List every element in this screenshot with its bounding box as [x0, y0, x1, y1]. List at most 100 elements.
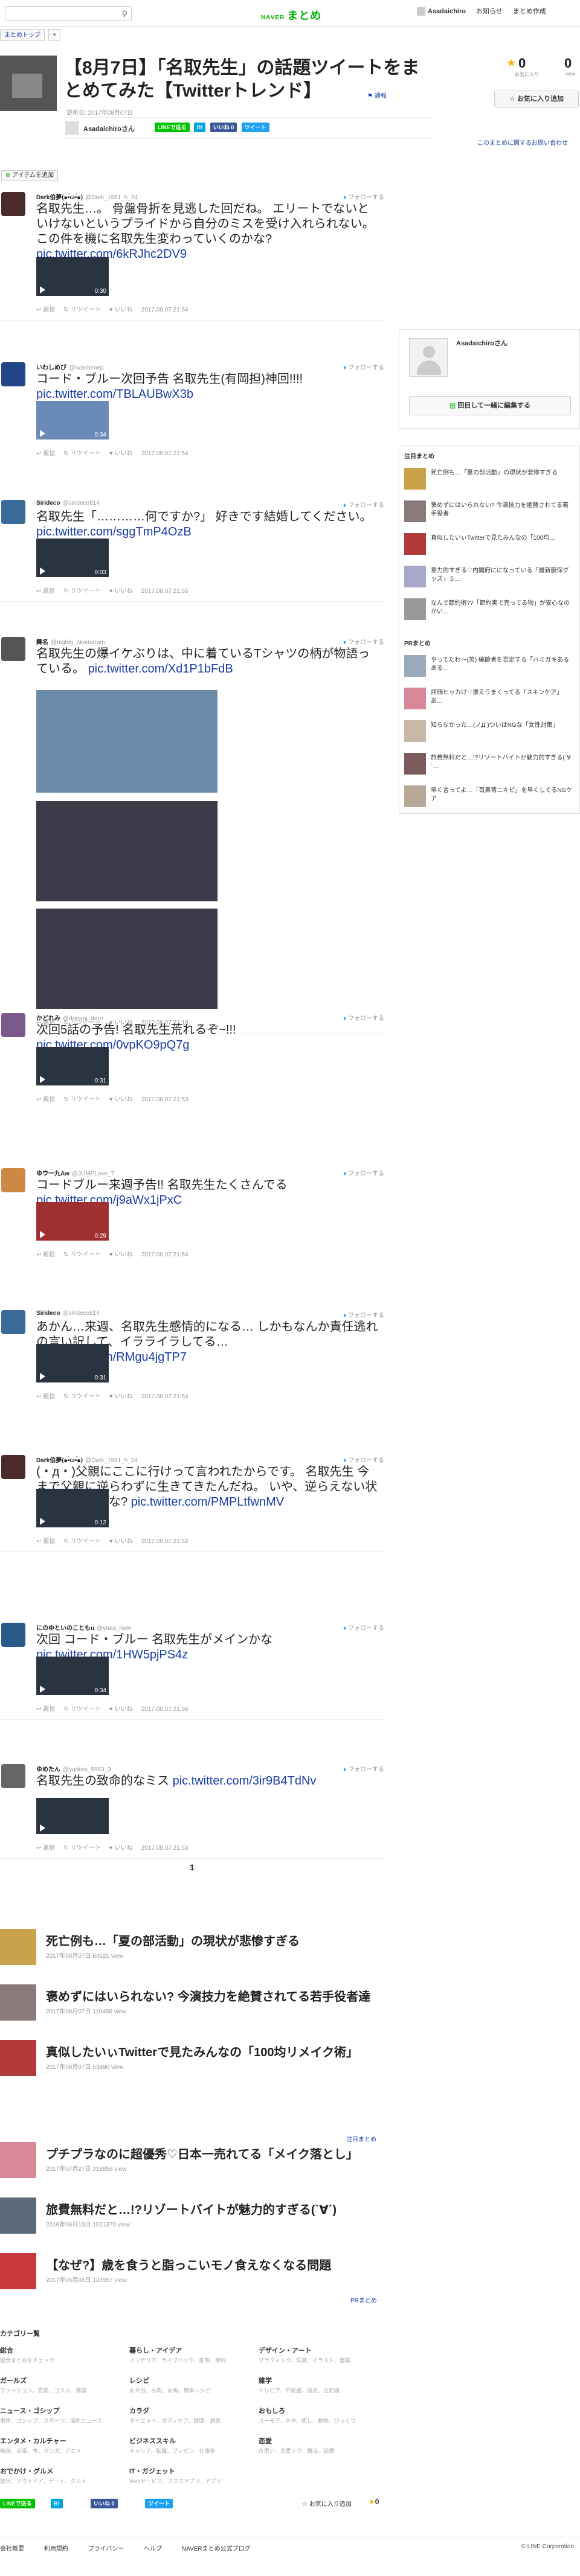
author-name[interactable]: Asadaichiroさん	[83, 124, 135, 133]
sidebar-user-avatar[interactable]	[409, 338, 448, 377]
pr-title[interactable]: 【なぜ?】歳を食うと脂っこいモノ食えなくなる問題	[46, 2255, 331, 2273]
tweet-date[interactable]: 2017.08.07 21:53	[141, 1845, 188, 1852]
related-thumbnail[interactable]	[0, 1984, 36, 2021]
category-item[interactable]: レシピ お弁当、お肉、お魚、簡単レシピ	[129, 2376, 250, 2394]
tweet-pic-link[interactable]: pic.twitter.com/TBLAUBwX3b	[36, 388, 193, 401]
tweet-reply-button[interactable]: ↩ 返信	[36, 1538, 55, 1545]
tweet-date[interactable]: 2017.08.07 21:54	[141, 450, 188, 457]
category-item[interactable]: 暮らし・アイデア インテリア、ライフハック、家事、節約	[129, 2345, 250, 2364]
sidebar-pr-item[interactable]: 旅費無料だと…!?リゾートバイトが魅力的すぎる(`∀´…	[404, 753, 576, 777]
tweet-retweet-button[interactable]: ↻ リツイート	[63, 1845, 100, 1852]
inquiry-link[interactable]: このまとめに関するお問い合わせ	[477, 138, 568, 147]
category-item[interactable]: ガールズ ファッション、恋愛、コスメ、美容	[0, 2376, 121, 2394]
tweet-avatar[interactable]	[1, 637, 25, 661]
footer-link-terms[interactable]: 利用規約	[44, 2546, 68, 2552]
pr-item[interactable]: 旅費無料だと…!?リゾートバイトが魅力的すぎる(`∀´) 2016年06月13日 …	[0, 2197, 387, 2246]
tab-matome-top[interactable]: まとめトップ	[0, 29, 45, 41]
category-name[interactable]: 暮らし・アイデア	[129, 2345, 250, 2355]
category-item[interactable]: ニュース・ゴシップ 事件、ゴシップ、スポーツ、海外ニュース	[0, 2406, 121, 2424]
tweet-retweet-button[interactable]: ↻ リツイート	[63, 1251, 100, 1258]
sidebar-pr-item[interactable]: 知らなかった…(ノД`)ついはNGな「女性対策」	[404, 720, 576, 744]
sidebar-attention-thumbnail[interactable]	[404, 500, 426, 522]
add-favorite-button[interactable]: ☆ お気に入り追加	[494, 91, 579, 107]
add-item-button[interactable]: ⊕ アイテムを追加	[1, 170, 59, 181]
notifications-link[interactable]: お知らせ	[476, 8, 503, 15]
sidebar-attention-title[interactable]: 意力的すぎる♡内閣府にになっている「最新服保グッズ」５…	[431, 567, 573, 584]
related-thumbnail[interactable]	[0, 2040, 36, 2076]
tweet-user[interactable]: いわしめぴ @iwashimep	[36, 362, 103, 371]
tweet-follow-button[interactable]: ♦ フォローする	[343, 1455, 384, 1464]
bottom-favorite-button[interactable]: ☆ お気に入り追加	[302, 2499, 352, 2508]
tweet-user[interactable]: Dark伯夢(๑•̀ω•́๑) @Dark_1991_h_24	[36, 1455, 138, 1465]
footer-link-blog[interactable]: NAVERまとめ公式ブログ	[182, 2546, 251, 2552]
tweet-retweet-button[interactable]: ↻ リツイート	[63, 1096, 100, 1103]
sidebar-attention-title[interactable]: 褒めずにはいられない? 今演技力を絶賛されてる若手役者	[431, 502, 573, 519]
page-number-current[interactable]: 1	[190, 1862, 195, 1872]
category-name[interactable]: おもしろ	[259, 2406, 379, 2415]
sidebar-pr-title[interactable]: 知らなかった…(ノД`)ついはNGな「女性対策」	[431, 721, 573, 738]
tweet-avatar[interactable]	[1, 1455, 25, 1479]
tweet-avatar[interactable]	[1, 362, 25, 386]
tweet-follow-button[interactable]: ♦ フォローする	[343, 1310, 384, 1319]
tweet-date[interactable]: 2017.08.07 21:54	[141, 1393, 188, 1400]
tweet-user[interactable]: ゆめたん @yudora_5963_3	[36, 1764, 111, 1773]
sidebar-pr-title[interactable]: 旅費無料だと…!?リゾートバイトが魅力的すぎる(`∀´…	[431, 754, 573, 771]
sidebar-attention-item[interactable]: 死亡例も…「夏の部活動」の現状が悲惨すぎる	[404, 468, 576, 492]
related-item[interactable]: 死亡例も…「夏の部活動」の現状が悲惨すぎる 2017年08月07日 84521 v…	[0, 1929, 387, 1977]
sidebar-pr-thumbnail[interactable]	[404, 655, 426, 677]
tweet-follow-button[interactable]: ♦ フォローする	[343, 1623, 384, 1632]
tweet-pic-link[interactable]: pic.twitter.com/3ir9B4TdNv	[173, 1774, 317, 1788]
tweet-avatar[interactable]	[1, 1013, 25, 1037]
tweet-reply-button[interactable]: ↩ 返信	[36, 1706, 55, 1713]
category-item[interactable]: デザイン・アート グラフィック、写真、イラスト、建築	[259, 2345, 379, 2364]
pr-thumbnail[interactable]	[0, 2197, 36, 2234]
tweet-reply-button[interactable]: ↩ 返信	[36, 1096, 55, 1103]
tweet-avatar[interactable]	[1, 500, 25, 524]
related-item[interactable]: 真似したいぃTwitterで見たみんなの「100均リメイク術」 2017年08月0…	[0, 2040, 387, 2088]
search-input[interactable]: ⚲	[5, 6, 132, 21]
user-link[interactable]: Asadaichiro	[417, 7, 466, 16]
tweet-date[interactable]: 2017.08.07 21:55	[141, 588, 188, 595]
hatena-bookmark-button[interactable]: B!	[193, 123, 206, 132]
tweet-date[interactable]: 2017.08.07 21:56	[141, 1706, 188, 1713]
tweet-media[interactable]: 0:31	[36, 1047, 109, 1085]
category-name[interactable]: 雑学	[259, 2376, 379, 2385]
pr-thumbnail[interactable]	[0, 2142, 36, 2178]
tweet-reply-button[interactable]: ↩ 返信	[36, 1393, 55, 1400]
bottom-facebook-like-button[interactable]: いいね 0	[91, 2499, 118, 2508]
category-name[interactable]: レシピ	[129, 2376, 250, 2385]
pr-title[interactable]: 旅費無料だと…!?リゾートバイトが魅力的すぎる(`∀´)	[46, 2200, 337, 2217]
tweet-user[interactable]: Sirideco @sirideco814	[36, 500, 100, 507]
tweet-retweet-button[interactable]: ↻ リツイート	[63, 588, 100, 595]
category-name[interactable]: ニュース・ゴシップ	[0, 2406, 121, 2415]
tab-add-button[interactable]: +	[48, 29, 61, 41]
tweet-media[interactable]	[36, 1798, 109, 1834]
category-name[interactable]: エンタメ・カルチャー	[0, 2436, 121, 2446]
tweet-user[interactable]: Dark伯夢(๑•̀ω•́๑) @Dark_1991_h_24	[36, 192, 138, 202]
tweet-user[interactable]: ゆウ一九Aw @JUMPLove_7	[36, 1168, 114, 1177]
tweet-like-button[interactable]: ♥ いいね	[109, 1845, 133, 1852]
sidebar-attention-item[interactable]: 真似したいぃTwitterで見たみんなの「100均…	[404, 533, 576, 557]
tweet-avatar[interactable]	[1, 1168, 25, 1192]
category-name[interactable]: カラダ	[129, 2406, 250, 2415]
pr-more-link[interactable]: PRまとめ	[350, 2295, 377, 2304]
tweet-media[interactable]	[36, 690, 218, 793]
tweet-retweet-button[interactable]: ↻ リツイート	[63, 450, 100, 457]
tweet-user[interactable]: かどれみ @doremi_dorrr	[36, 1013, 103, 1022]
sidebar-follow-edit-button[interactable]: ▤ 回目して一緒に編集する	[409, 396, 571, 415]
tweet-media[interactable]: 0:34	[36, 1657, 109, 1695]
site-logo[interactable]: NAVER まとめ	[261, 7, 321, 23]
tweet-reply-button[interactable]: ↩ 返信	[36, 1845, 55, 1852]
category-item[interactable]: 総合 総合まとめをチェック	[0, 2345, 121, 2364]
tweet-media[interactable]: 0:03	[36, 539, 109, 577]
tweet-avatar[interactable]	[1, 1764, 25, 1788]
tweet-like-button[interactable]: ♥ いいね	[109, 1706, 133, 1713]
category-item[interactable]: IT・ガジェット Webサービス、スマホアプリ、アプリ	[129, 2466, 250, 2485]
search-icon[interactable]: ⚲	[121, 9, 127, 19]
tweet-like-button[interactable]: ♥ いいね	[109, 1251, 133, 1258]
sidebar-attention-title[interactable]: 真似したいぃTwitterで見たみんなの「100均…	[431, 534, 573, 551]
sidebar-attention-thumbnail[interactable]	[404, 468, 426, 490]
pr-title[interactable]: プチプラなのに超優秀♡日本一売れてる「メイク落とし」	[46, 2144, 358, 2162]
tweet-retweet-button[interactable]: ↻ リツイート	[63, 1538, 100, 1545]
category-name[interactable]: 恋愛	[259, 2436, 379, 2446]
